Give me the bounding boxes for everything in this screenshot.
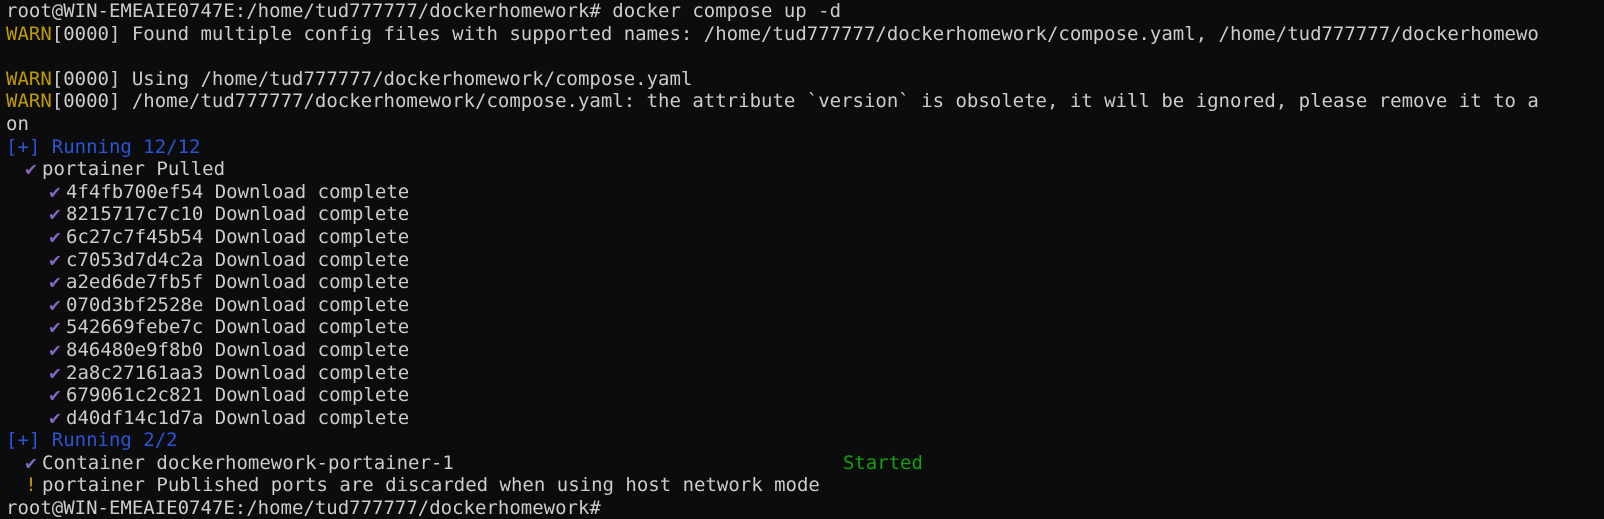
layer-row: ✔ 4f4fb700ef54 Download complete	[6, 181, 1604, 204]
layer-list: ✔ 4f4fb700ef54 Download complete ✔ 8215717c…	[6, 181, 1604, 430]
wrapped-text: on	[6, 112, 29, 135]
command-line: root@WIN-EMEAIE0747E:/home/tud777777/doc…	[6, 0, 1604, 23]
started-status: Started	[842, 451, 923, 474]
warn-message: Found multiple config files with support…	[131, 22, 1539, 45]
layer-id: d40df14c1d7a	[66, 406, 204, 429]
layer-id: 070d3bf2528e	[66, 293, 204, 316]
layer-row: ✔ 8215717c7c10 Download complete	[6, 203, 1604, 226]
warn-line: WARN[0000] Using /home/tud777777/dockerh…	[6, 68, 1604, 91]
warn-code: [0000]	[51, 67, 121, 90]
layer-row: ✔ 070d3bf2528e Download complete	[6, 294, 1604, 317]
check-icon: ✔	[25, 158, 37, 181]
check-icon: ✔	[49, 248, 61, 271]
layer-id: 2a8c27161aa3	[66, 361, 204, 384]
layer-id: 4f4fb700ef54	[66, 180, 204, 203]
check-icon: ✔	[49, 338, 61, 361]
warn-code: [0000]	[51, 22, 121, 45]
check-icon: ✔	[49, 180, 61, 203]
layer-status: Download complete	[214, 316, 410, 339]
notice-text: portainer Published ports are discarded …	[42, 474, 820, 497]
running-status: [+] Running 12/12	[6, 135, 201, 158]
layer-row: ✔ 542669febe7c Download complete	[6, 316, 1604, 339]
prompt: root@WIN-EMEAIE0747E:/home/tud777777/doc…	[6, 0, 601, 22]
layer-status: Download complete	[214, 203, 410, 226]
terminal-window[interactable]: root@WIN-EMEAIE0747E:/home/tud777777/doc…	[0, 0, 1604, 519]
check-icon: ✔	[49, 225, 61, 248]
check-icon: ✔	[49, 316, 61, 339]
check-icon: ✔	[49, 384, 61, 407]
layer-row: ✔ c7053d7d4c2a Download complete	[6, 249, 1604, 272]
layer-id: a2ed6de7fb5f	[66, 271, 204, 294]
warn-label: WARN	[6, 22, 52, 45]
layer-status: Download complete	[214, 271, 410, 294]
check-icon: ✔	[49, 293, 61, 316]
check-icon: ✔	[49, 406, 61, 429]
layer-row: ✔ d40df14c1d7a Download complete	[6, 407, 1604, 430]
layer-id: 542669febe7c	[66, 316, 204, 339]
warn-line: WARN[0000] Found multiple config files w…	[6, 23, 1604, 46]
container-line: ✔ Container dockerhomework-portainer-1 Sta…	[6, 452, 1604, 475]
warn-message: /home/tud777777/dockerhomework/compose.y…	[131, 90, 1539, 113]
final-prompt: root@WIN-EMEAIE0747E:/home/tud777777/doc…	[6, 497, 601, 519]
notice-line: ! portainer Published ports are discarded…	[6, 474, 1604, 497]
layer-id: 6c27c7f45b54	[66, 225, 204, 248]
layer-id: 846480e9f8b0	[66, 338, 204, 361]
layer-status: Download complete	[214, 180, 410, 203]
layer-status: Download complete	[214, 248, 410, 271]
warn-line: WARN[0000] /home/tud777777/dockerhomewor…	[6, 90, 1604, 113]
pulled-text: portainer Pulled	[42, 158, 226, 181]
layer-id: c7053d7d4c2a	[66, 248, 204, 271]
warn-message: Using /home/tud777777/dockerhomework/com…	[131, 67, 693, 90]
warn-label: WARN	[6, 90, 52, 113]
layer-status: Download complete	[214, 293, 410, 316]
exclamation-icon: !	[25, 474, 37, 497]
layer-row: ✔ 846480e9f8b0 Download complete	[6, 339, 1604, 362]
pulled-line: ✔ portainer Pulled	[6, 158, 1604, 181]
check-icon: ✔	[49, 203, 61, 226]
layer-id: 8215717c7c10	[66, 203, 204, 226]
layer-status: Download complete	[214, 406, 410, 429]
warn-code: [0000]	[51, 90, 121, 113]
check-icon: ✔	[49, 271, 61, 294]
layer-status: Download complete	[214, 384, 410, 407]
warn-label: WARN	[6, 67, 52, 90]
layer-status: Download complete	[214, 225, 410, 248]
layer-row: ✔ 2a8c27161aa3 Download complete	[6, 362, 1604, 385]
check-icon: ✔	[25, 451, 37, 474]
running-status: [+] Running 2/2	[6, 429, 178, 452]
command-text: docker compose up -d	[612, 0, 842, 22]
container-text: Container dockerhomework-portainer-1	[42, 451, 454, 474]
layer-status: Download complete	[214, 361, 410, 384]
layer-status: Download complete	[214, 338, 410, 361]
layer-row: ✔ a2ed6de7fb5f Download complete	[6, 271, 1604, 294]
check-icon: ✔	[49, 361, 61, 384]
layer-row: ✔ 679061c2c821 Download complete	[6, 384, 1604, 407]
layer-id: 679061c2c821	[66, 384, 204, 407]
layer-row: ✔ 6c27c7f45b54 Download complete	[6, 226, 1604, 249]
